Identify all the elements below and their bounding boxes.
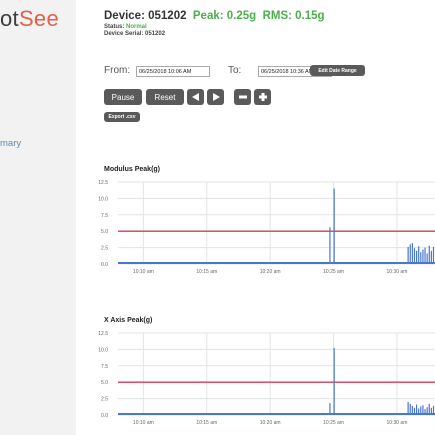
y-tick-label: 10.0 bbox=[98, 196, 108, 202]
chart-bar bbox=[411, 243, 413, 264]
status-line: Status: Normal bbox=[104, 24, 147, 30]
chart-bar bbox=[430, 407, 432, 415]
chart-bar bbox=[413, 407, 416, 415]
modulus-peak-chart: 0.0 2.5 5.0 7.5 10.0 12.5 10:10 am 10:15 am 10:2… bbox=[98, 180, 435, 275]
chart-bar bbox=[432, 246, 435, 264]
chart-bar bbox=[420, 406, 422, 415]
zoom-out-button[interactable] bbox=[234, 89, 251, 105]
edit-date-range-button[interactable]: Edit Date Range bbox=[310, 65, 365, 76]
y-tick-label: 12.5 bbox=[98, 180, 108, 186]
y-tick-label: 5.0 bbox=[101, 380, 108, 386]
plus-icon bbox=[258, 93, 267, 101]
x-tick-label: 10:25 am bbox=[323, 420, 344, 426]
chart-bar bbox=[409, 403, 411, 415]
y-tick-label: 0.0 bbox=[101, 262, 108, 268]
y-tick-label: 7.5 bbox=[101, 213, 108, 219]
chart-bar bbox=[415, 404, 418, 415]
chart-bar bbox=[407, 246, 409, 264]
chart-title-x-axis: X Axis Peak(g) bbox=[104, 317, 153, 324]
status-label: Status: bbox=[104, 24, 125, 30]
x-tick-label: 10:15 am bbox=[196, 269, 217, 275]
main-panel: Device: 051202 Peak: 0.25g RMS: 0.15g St… bbox=[76, 0, 435, 435]
chart-bar bbox=[409, 244, 411, 264]
chart-bar bbox=[329, 403, 331, 415]
peak-value: Peak: 0.25g bbox=[192, 10, 257, 22]
chart-bar bbox=[418, 246, 420, 264]
x-tick-label: 10:20 am bbox=[260, 420, 281, 426]
device-serial: Device Serial: 051202 bbox=[104, 31, 166, 37]
y-tick-label: 7.5 bbox=[101, 364, 108, 370]
x-tick-label: 10:10 am bbox=[133, 269, 154, 275]
sidebar: otSee mary bbox=[0, 0, 76, 435]
chart-title-modulus: Modulus Peak(g) bbox=[104, 166, 161, 173]
chart-bar bbox=[426, 253, 428, 264]
logo-text-dark: ot bbox=[0, 6, 19, 31]
arrow-right-icon bbox=[212, 93, 220, 101]
minus-icon bbox=[238, 95, 247, 99]
logo-text-accent: See bbox=[18, 6, 59, 31]
y-tick-label: 2.5 bbox=[101, 397, 108, 403]
from-date-input[interactable] bbox=[136, 66, 210, 77]
from-label: From: bbox=[104, 65, 131, 76]
chart-bar bbox=[329, 227, 331, 264]
chart-bar bbox=[428, 403, 430, 415]
device-id: Device: 051202 bbox=[104, 10, 187, 22]
chart-bar bbox=[411, 405, 413, 415]
x-tick-label: 10:25 am bbox=[323, 269, 344, 275]
y-tick-label: 10.0 bbox=[98, 347, 108, 353]
chart-bar bbox=[422, 249, 424, 264]
previous-button[interactable] bbox=[187, 89, 204, 105]
arrow-left-icon bbox=[191, 93, 199, 101]
chart-bar bbox=[333, 188, 335, 264]
next-button[interactable] bbox=[207, 89, 224, 105]
chart-bar bbox=[428, 245, 430, 264]
chart-bar bbox=[418, 408, 420, 415]
y-tick-label: 2.5 bbox=[101, 246, 108, 252]
chart-bar bbox=[424, 247, 426, 264]
x-axis-peak-chart: 0.0 2.5 5.0 7.5 10.0 12.5 10:10 am 10:15 am 10:2… bbox=[98, 331, 435, 426]
x-tick-label: 10:20 am bbox=[260, 269, 281, 275]
chart-bar bbox=[430, 250, 432, 264]
reset-button[interactable]: Reset bbox=[146, 89, 184, 105]
y-tick-label: 5.0 bbox=[101, 229, 108, 235]
chart-bar bbox=[407, 401, 409, 415]
x-tick-label: 10:15 am bbox=[196, 420, 217, 426]
chart-bar bbox=[413, 248, 416, 264]
chart-bar bbox=[420, 252, 422, 264]
device-header: Device: 051202 Peak: 0.25g RMS: 0.15g bbox=[104, 10, 325, 22]
chart-bar bbox=[432, 405, 435, 415]
y-tick-label: 12.5 bbox=[98, 331, 108, 337]
to-label: To: bbox=[228, 65, 242, 76]
app-logo[interactable]: otSee bbox=[0, 6, 59, 32]
x-tick-label: 10:30 am bbox=[387, 420, 408, 426]
chart-bar bbox=[426, 407, 428, 415]
zoom-in-button[interactable] bbox=[254, 89, 271, 105]
chart-bar bbox=[333, 348, 335, 415]
rms-value: RMS: 0.15g bbox=[262, 10, 325, 22]
x-tick-label: 10:30 am bbox=[387, 269, 408, 275]
chart-bar bbox=[424, 409, 426, 415]
status-value: Normal bbox=[126, 24, 147, 30]
chart-bar bbox=[422, 405, 424, 415]
sidebar-item-summary[interactable]: mary bbox=[0, 138, 21, 149]
chart-bar bbox=[415, 250, 418, 264]
y-tick-label: 0.0 bbox=[101, 413, 108, 419]
pause-button[interactable]: Pause bbox=[104, 89, 142, 105]
x-tick-label: 10:10 am bbox=[133, 420, 154, 426]
export-csv-button[interactable]: Export .csv bbox=[104, 112, 140, 122]
